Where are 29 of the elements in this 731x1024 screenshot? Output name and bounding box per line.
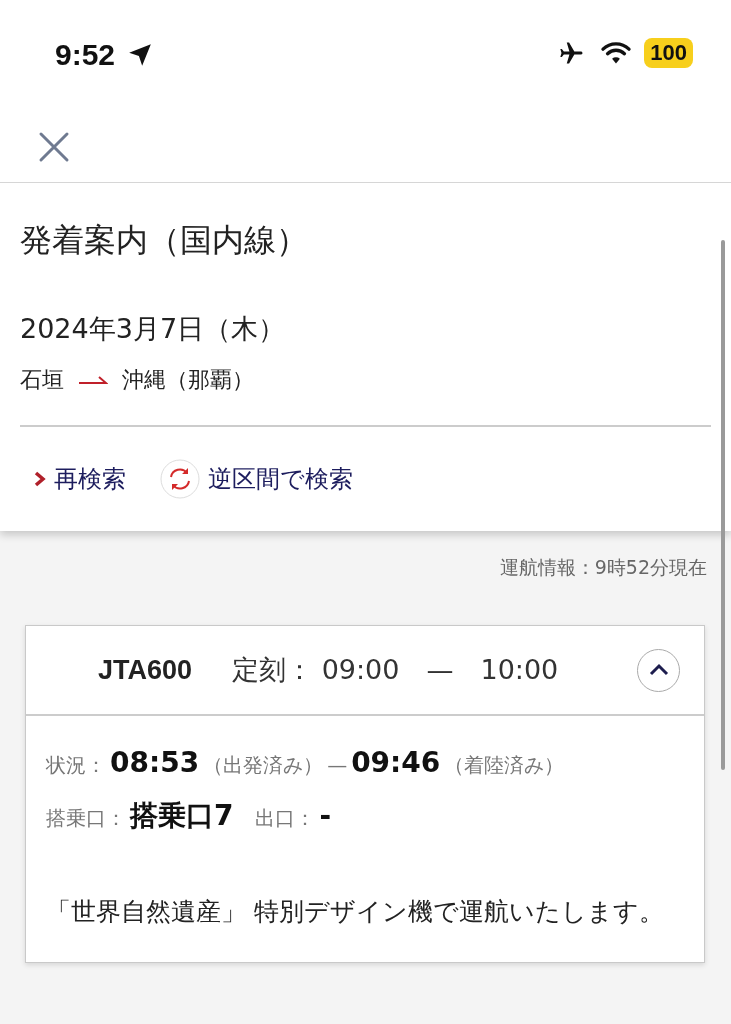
- wifi-icon: [600, 40, 633, 66]
- location-arrow-icon: [127, 42, 154, 68]
- gate-label: 搭乗口：: [46, 805, 126, 832]
- reverse-search-link[interactable]: 逆区間で検索: [160, 459, 353, 499]
- research-link[interactable]: 再検索: [34, 463, 126, 495]
- flight-note: 「世界自然遺産」 特別デザイン機で運航いたします。: [46, 896, 665, 928]
- actual-departure: 08:53: [110, 746, 200, 779]
- close-button[interactable]: [38, 131, 70, 163]
- time-dash: —: [327, 753, 348, 777]
- status-label: 状況：: [46, 752, 106, 779]
- updated-time: 運航情報：9時52分現在: [498, 555, 708, 580]
- collapse-button[interactable]: [637, 648, 680, 692]
- actual-arrival: 09:46: [351, 746, 441, 779]
- chevron-up-icon: [648, 663, 669, 677]
- exit-label: 出口：: [255, 805, 316, 832]
- search-date: 2024年3月7日（木）: [20, 312, 287, 346]
- exit-value: -: [319, 799, 332, 832]
- battery-level: 100: [644, 38, 693, 68]
- page-title: 発着案内（国内線）: [20, 220, 309, 261]
- arrival-state: （着陸済み）: [444, 752, 565, 779]
- destination-airport: 沖縄（那覇）: [122, 366, 254, 394]
- refresh-icon: [160, 459, 200, 499]
- gate-value: 搭乗口7: [130, 798, 234, 834]
- scheduled-times: 定刻： 09:00 — 10:00: [232, 653, 560, 687]
- status-time: 9:52: [55, 38, 116, 72]
- origin-airport: 石垣: [20, 366, 64, 394]
- chevron-right-icon: [34, 471, 46, 487]
- flight-number: JTA600: [98, 654, 193, 686]
- departure-state: （出発済み）: [203, 752, 324, 779]
